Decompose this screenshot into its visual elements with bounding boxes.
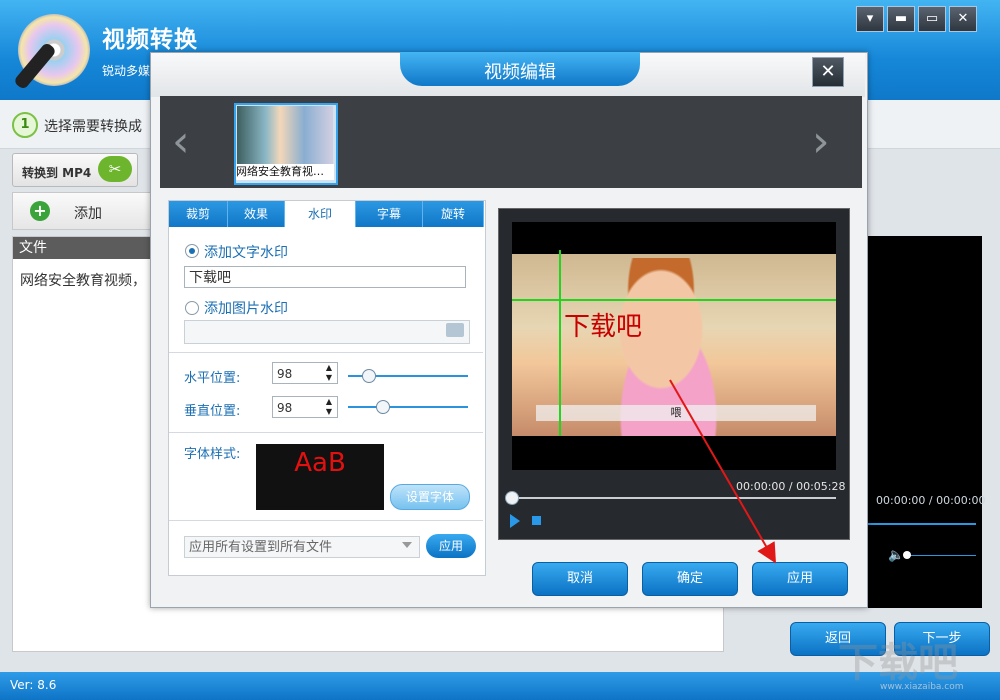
ok-button[interactable]: 确定 <box>642 562 738 596</box>
dialog-close-button[interactable]: ✕ <box>812 57 844 87</box>
file-column-header[interactable]: 文件 <box>13 237 164 259</box>
text-watermark-input[interactable]: 下载吧 <box>184 266 466 288</box>
app-logo-icon <box>12 14 90 91</box>
tab-rotate[interactable]: 旋转 <box>423 201 484 227</box>
apply-all-select[interactable]: 应用所有设置到所有文件 <box>184 536 420 558</box>
volume-icon[interactable]: 🔈 <box>888 548 904 563</box>
site-watermark-url: www.xiazaiba.com <box>880 682 964 692</box>
image-watermark-radio[interactable] <box>185 301 199 315</box>
close-window-button[interactable]: ✕ <box>949 6 977 32</box>
volume-slider[interactable] <box>906 555 976 556</box>
thumbnail-image <box>237 106 333 164</box>
time-display: 00:00:00 / 00:05:28 <box>736 480 846 493</box>
video-caption: 喂 <box>536 405 816 421</box>
vertical-stepper-arrows-icon[interactable]: ▲ ▼ <box>322 397 336 417</box>
apply-button[interactable]: 应用 <box>752 562 848 596</box>
text-watermark-label[interactable]: 添加文字水印 <box>204 242 288 262</box>
apply-all-button[interactable]: 应用 <box>426 534 476 558</box>
main-preview <box>866 236 982 608</box>
vertical-slider-knob[interactable] <box>376 400 390 414</box>
folder-icon[interactable] <box>446 323 464 337</box>
vertical-position-slider[interactable] <box>348 406 468 408</box>
step-text: 选择需要转换成 <box>44 119 142 135</box>
tab-watermark[interactable]: 水印 <box>285 201 356 227</box>
image-path-input[interactable] <box>184 320 470 344</box>
watermark-guide-horizontal[interactable] <box>512 299 836 301</box>
app-subtitle: 锐动多媒 <box>102 64 151 78</box>
divider <box>169 352 483 353</box>
version-label: Ver: 8.6 <box>10 678 57 692</box>
font-style-label: 字体样式: <box>184 447 241 462</box>
horizontal-slider-knob[interactable] <box>362 369 376 383</box>
progress-knob[interactable] <box>505 491 519 505</box>
chevron-down-icon[interactable] <box>402 542 412 548</box>
next-thumbnail-icon[interactable]: › <box>812 116 830 167</box>
text-watermark-radio[interactable] <box>185 244 199 258</box>
tab-subtitle[interactable]: 字幕 <box>356 201 423 227</box>
divider <box>169 520 483 521</box>
prev-thumbnail-icon[interactable]: ‹ <box>172 116 190 167</box>
video-progress-bar[interactable] <box>512 497 836 499</box>
set-font-button[interactable]: 设置字体 <box>390 484 470 510</box>
file-list-item[interactable]: 网络安全教育视频， <box>20 270 146 290</box>
menu-dropdown-icon[interactable]: ▾ <box>856 6 884 32</box>
play-icon[interactable] <box>510 514 520 528</box>
font-sample-text: AaB <box>294 448 346 478</box>
watermark-guide-vertical[interactable] <box>559 250 561 436</box>
tools-icon[interactable]: ✂ <box>98 156 132 182</box>
divider <box>169 432 483 433</box>
image-watermark-label[interactable]: 添加图片水印 <box>204 298 288 318</box>
minimize-button[interactable]: ▬ <box>887 6 915 32</box>
tab-effect[interactable]: 效果 <box>228 201 285 227</box>
tab-crop[interactable]: 裁剪 <box>169 201 228 227</box>
convert-format-label: 转换到 MP4 <box>22 166 92 180</box>
main-progress-bar[interactable] <box>868 523 976 525</box>
site-watermark: 下载吧 <box>838 640 958 686</box>
thumbnail-label: 网络安全教育视… <box>236 164 334 180</box>
horizontal-position-label: 水平位置: <box>184 371 241 386</box>
watermark-overlay-text[interactable]: 下载吧 <box>564 306 642 343</box>
main-time-display: 00:00:00 / 00:00:00 <box>876 494 986 507</box>
vertical-position-label: 垂直位置: <box>184 404 241 419</box>
add-icon[interactable]: + <box>30 201 50 221</box>
maximize-button[interactable]: ▭ <box>918 6 946 32</box>
app-title: 视频转换 <box>102 27 198 53</box>
volume-slider-knob[interactable] <box>903 551 911 559</box>
step-number: 1 <box>12 112 38 138</box>
dialog-title: 视频编辑 <box>484 62 556 83</box>
horizontal-stepper-arrows-icon[interactable]: ▲ ▼ <box>322 363 336 383</box>
stop-icon[interactable] <box>532 516 541 525</box>
add-button[interactable]: 添加 <box>74 203 102 223</box>
cancel-button[interactable]: 取消 <box>532 562 628 596</box>
